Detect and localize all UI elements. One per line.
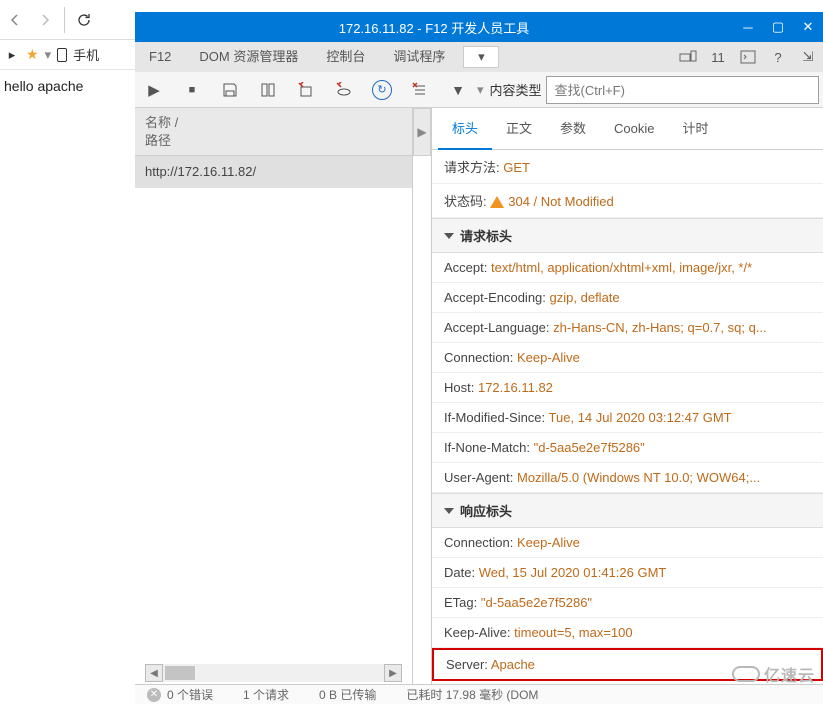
detail-pane: 标头 正文 参数 Cookie 计时 请求方法: GET 状态码: 304 / … [431, 108, 823, 684]
warning-icon [490, 196, 504, 208]
tab-body[interactable]: 正文 [492, 108, 546, 150]
tab-debugger[interactable]: 调试程序 [379, 42, 459, 72]
pin-icon[interactable]: ⇲ [793, 42, 823, 72]
save-icon[interactable] [211, 72, 249, 108]
phone-label: 手机 [73, 45, 99, 64]
tab-headers[interactable]: 标头 [438, 108, 492, 150]
hdr-if-none-match: If-None-Match: "d-5aa5e2e7f5286" [432, 433, 823, 463]
res-connection: Connection: Keep-Alive [432, 528, 823, 558]
network-list: 名称 / 路径 http://172.16.11.82/ ◀ ▶ [135, 108, 413, 684]
maximize-button[interactable]: ▢ [763, 12, 793, 42]
pane-grip[interactable]: ▶ [413, 108, 431, 156]
emulation-icon[interactable] [673, 42, 703, 72]
error-icon: ✕ [147, 688, 161, 702]
tab-cookie[interactable]: Cookie [600, 108, 668, 150]
tab-count: 11 [703, 42, 733, 72]
status-code: 状态码: 304 / Not Modified [432, 184, 823, 218]
close-button[interactable]: ✕ [793, 12, 823, 42]
hdr-connection: Connection: Keep-Alive [432, 343, 823, 373]
tab-params[interactable]: 参数 [546, 108, 600, 150]
network-row[interactable]: http://172.16.11.82/ [135, 156, 412, 188]
hdr-accept: Accept: text/html, application/xhtml+xml… [432, 253, 823, 283]
section-request-headers[interactable]: 请求标头 [432, 218, 823, 253]
console-icon[interactable] [733, 42, 763, 72]
phone-icon[interactable] [57, 48, 67, 62]
tab-console[interactable]: 控制台 [312, 42, 379, 72]
devtools-tabs: F12 DOM 资源管理器 控制台 调试程序 ▾ 11 ? ⇲ [135, 42, 823, 72]
cloud-icon [732, 666, 760, 682]
hdr-host: Host: 172.16.11.82 [432, 373, 823, 403]
scroll-right-icon[interactable]: ▶ [384, 664, 402, 682]
page-text: hello apache [4, 78, 83, 94]
scroll-thumb[interactable] [165, 666, 195, 680]
tab-dom[interactable]: DOM 资源管理器 [185, 42, 312, 72]
tab-timing[interactable]: 计时 [669, 108, 723, 150]
h-scrollbar[interactable]: ◀ ▶ [145, 664, 402, 682]
import-icon[interactable] [249, 72, 287, 108]
clear-session-icon[interactable] [287, 72, 325, 108]
chevron-down-icon [444, 508, 454, 514]
network-toolbar: ▶ ■ ↻ ▼ ▾ 内容类型 查找(Ctrl+F) [135, 72, 823, 108]
hdr-if-modified-since: If-Modified-Since: Tue, 14 Jul 2020 03:1… [432, 403, 823, 433]
tab-f12[interactable]: F12 [135, 42, 185, 72]
status-errors[interactable]: ✕0 个错误 [147, 686, 213, 703]
clear-entries-icon[interactable] [401, 72, 439, 108]
res-etag: ETag: "d-5aa5e2e7f5286" [432, 588, 823, 618]
menu-icon[interactable]: ▸ [4, 47, 20, 63]
res-date: Date: Wed, 15 Jul 2020 01:41:26 GMT [432, 558, 823, 588]
section-response-headers[interactable]: 响应标头 [432, 493, 823, 528]
network-header: 名称 / 路径 [135, 108, 412, 156]
request-method: 请求方法: GET [432, 150, 823, 184]
status-requests: 1 个请求 [243, 686, 289, 703]
search-input[interactable]: 查找(Ctrl+F) [546, 76, 819, 104]
chevron-down-icon [444, 233, 454, 239]
watermark: 亿速云 [732, 662, 815, 686]
res-keep-alive: Keep-Alive: timeout=5, max=100 [432, 618, 823, 648]
scroll-left-icon[interactable]: ◀ [145, 664, 163, 682]
status-bar: ✕0 个错误 1 个请求 0 B 已传输 已耗时 17.98 毫秒 (DOM [135, 684, 823, 704]
tab-more[interactable]: ▾ [463, 46, 499, 68]
content-type-label: 内容类型 [490, 80, 542, 99]
detail-tabs: 标头 正文 参数 Cookie 计时 [432, 108, 823, 150]
devtools-titlebar: 172.16.11.82 - F12 开发人员工具 ─ ▢ ✕ [135, 12, 823, 42]
reload-button[interactable] [69, 0, 99, 40]
devtools-title: 172.16.11.82 - F12 开发人员工具 [135, 18, 733, 37]
hdr-accept-encoding: Accept-Encoding: gzip, deflate [432, 283, 823, 313]
stop-button[interactable]: ■ [173, 72, 211, 108]
clear-cache-icon[interactable] [325, 72, 363, 108]
minimize-button[interactable]: ─ [733, 12, 763, 42]
detail-body: 请求方法: GET 状态码: 304 / Not Modified 请求标头 A… [432, 150, 823, 684]
record-button[interactable]: ▶ [135, 72, 173, 108]
favorite-icon[interactable]: ★ [26, 46, 39, 63]
status-transferred: 0 B 已传输 [319, 686, 376, 703]
forward-button[interactable] [30, 0, 60, 40]
hdr-accept-language: Accept-Language: zh-Hans-CN, zh-Hans; q=… [432, 313, 823, 343]
back-button[interactable] [0, 0, 30, 40]
page-content: hello apache [0, 70, 135, 102]
help-icon[interactable]: ? [763, 42, 793, 72]
always-refresh-icon[interactable]: ↻ [363, 72, 401, 108]
filter-icon[interactable]: ▼ [439, 72, 477, 108]
status-timing: 已耗时 17.98 毫秒 (DOM [406, 686, 538, 703]
hdr-user-agent: User-Agent: Mozilla/5.0 (Windows NT 10.0… [432, 463, 823, 493]
